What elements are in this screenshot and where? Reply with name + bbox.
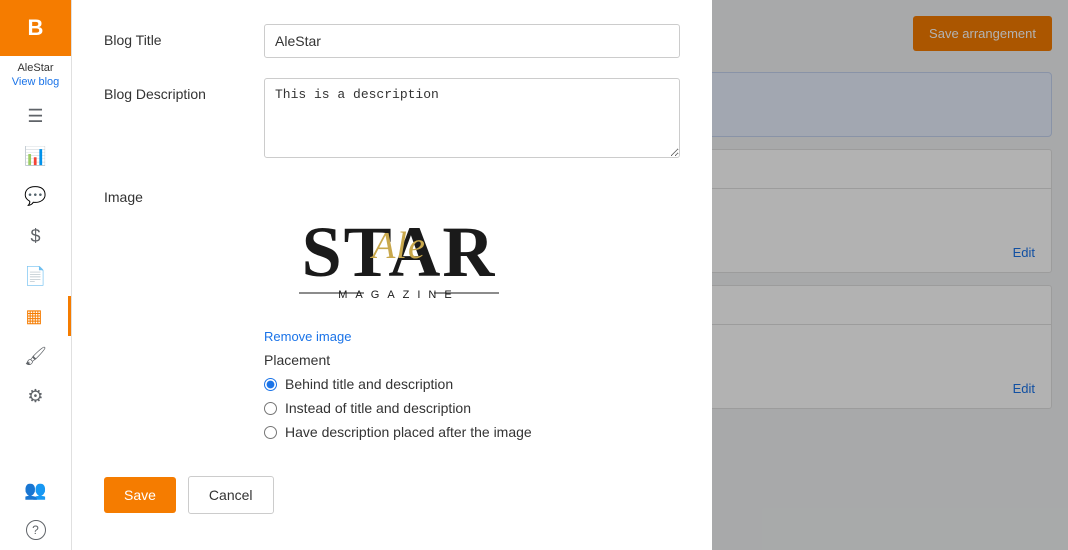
blog-settings-modal: Blog Title Blog Description This is a de… <box>72 0 712 550</box>
sidebar-item-earnings[interactable]: $ <box>0 216 71 256</box>
placement-option-1-label: Behind title and description <box>285 376 453 392</box>
sidebar-item-help[interactable]: ? <box>0 510 71 550</box>
sidebar-item-stats[interactable]: 📊 <box>0 136 71 176</box>
placement-radio-2[interactable] <box>264 402 277 415</box>
svg-text:Ale: Ale <box>369 225 426 267</box>
blog-description-field: This is a description <box>264 78 680 161</box>
placement-label: Placement <box>264 352 330 368</box>
blog-title-field <box>264 24 680 58</box>
posts-icon: ☰ <box>27 106 43 127</box>
blog-title-input[interactable] <box>264 24 680 58</box>
cancel-button[interactable]: Cancel <box>188 476 274 514</box>
comments-icon: 💬 <box>24 186 46 207</box>
placement-option-2[interactable]: Instead of title and description <box>264 400 471 416</box>
earnings-icon: $ <box>30 226 40 247</box>
blog-description-label: Blog Description <box>104 78 264 102</box>
blog-title-label: Blog Title <box>104 24 264 48</box>
sidebar-blog-title: AleStar <box>0 56 71 76</box>
image-area: STAR Ale MAGAZINE Remove image <box>264 181 680 448</box>
placement-option-3[interactable]: Have description placed after the image <box>264 424 532 440</box>
magazine-logo-container: STAR Ale MAGAZINE <box>264 181 534 321</box>
sidebar: B AleStar View blog ☰ 📊 💬 $ 📄 ▦ 🖌 ⚙ 👥 ? <box>0 0 72 550</box>
theme-icon: 🖌 <box>24 346 47 367</box>
sidebar-item-theme[interactable]: 🖌 <box>0 336 71 376</box>
remove-image-link[interactable]: Remove image <box>264 329 351 344</box>
modal-button-row: Save Cancel <box>104 476 680 514</box>
help-icon: ? <box>26 520 46 540</box>
pages-icon: 📄 <box>24 266 46 287</box>
image-label: Image <box>104 181 264 205</box>
sidebar-item-pages[interactable]: 📄 <box>0 256 71 296</box>
sidebar-item-settings[interactable]: ⚙ <box>0 376 71 416</box>
svg-text:MAGAZINE: MAGAZINE <box>338 289 459 301</box>
main-area: Blog Title Blog Description This is a de… <box>72 0 1068 550</box>
placement-option-2-label: Instead of title and description <box>285 400 471 416</box>
modal-overlay: Blog Title Blog Description This is a de… <box>72 0 1068 550</box>
blog-description-textarea[interactable]: This is a description <box>264 78 680 158</box>
placement-option-3-label: Have description placed after the image <box>285 424 532 440</box>
placement-radio-3[interactable] <box>264 426 277 439</box>
placement-radio-1[interactable] <box>264 378 277 391</box>
save-button[interactable]: Save <box>104 477 176 513</box>
blogger-logo: B <box>0 0 72 56</box>
placement-option-1[interactable]: Behind title and description <box>264 376 453 392</box>
stats-icon: 📊 <box>24 146 46 167</box>
magazine-logo-svg: STAR Ale MAGAZINE <box>269 186 529 316</box>
image-row: Image STAR Ale MAGAZINE <box>104 181 680 448</box>
settings-icon: ⚙ <box>27 386 43 407</box>
sidebar-item-comments[interactable]: 💬 <box>0 176 71 216</box>
blog-description-row: Blog Description This is a description <box>104 78 680 161</box>
readers-icon: 👥 <box>24 480 46 501</box>
layout-icon: ▦ <box>25 306 42 327</box>
sidebar-item-posts[interactable]: ☰ <box>0 96 71 136</box>
view-blog-link[interactable]: View blog <box>4 76 68 96</box>
sidebar-item-readers[interactable]: 👥 <box>0 470 71 510</box>
blog-title-row: Blog Title <box>104 24 680 58</box>
sidebar-item-layout[interactable]: ▦ <box>0 296 71 336</box>
